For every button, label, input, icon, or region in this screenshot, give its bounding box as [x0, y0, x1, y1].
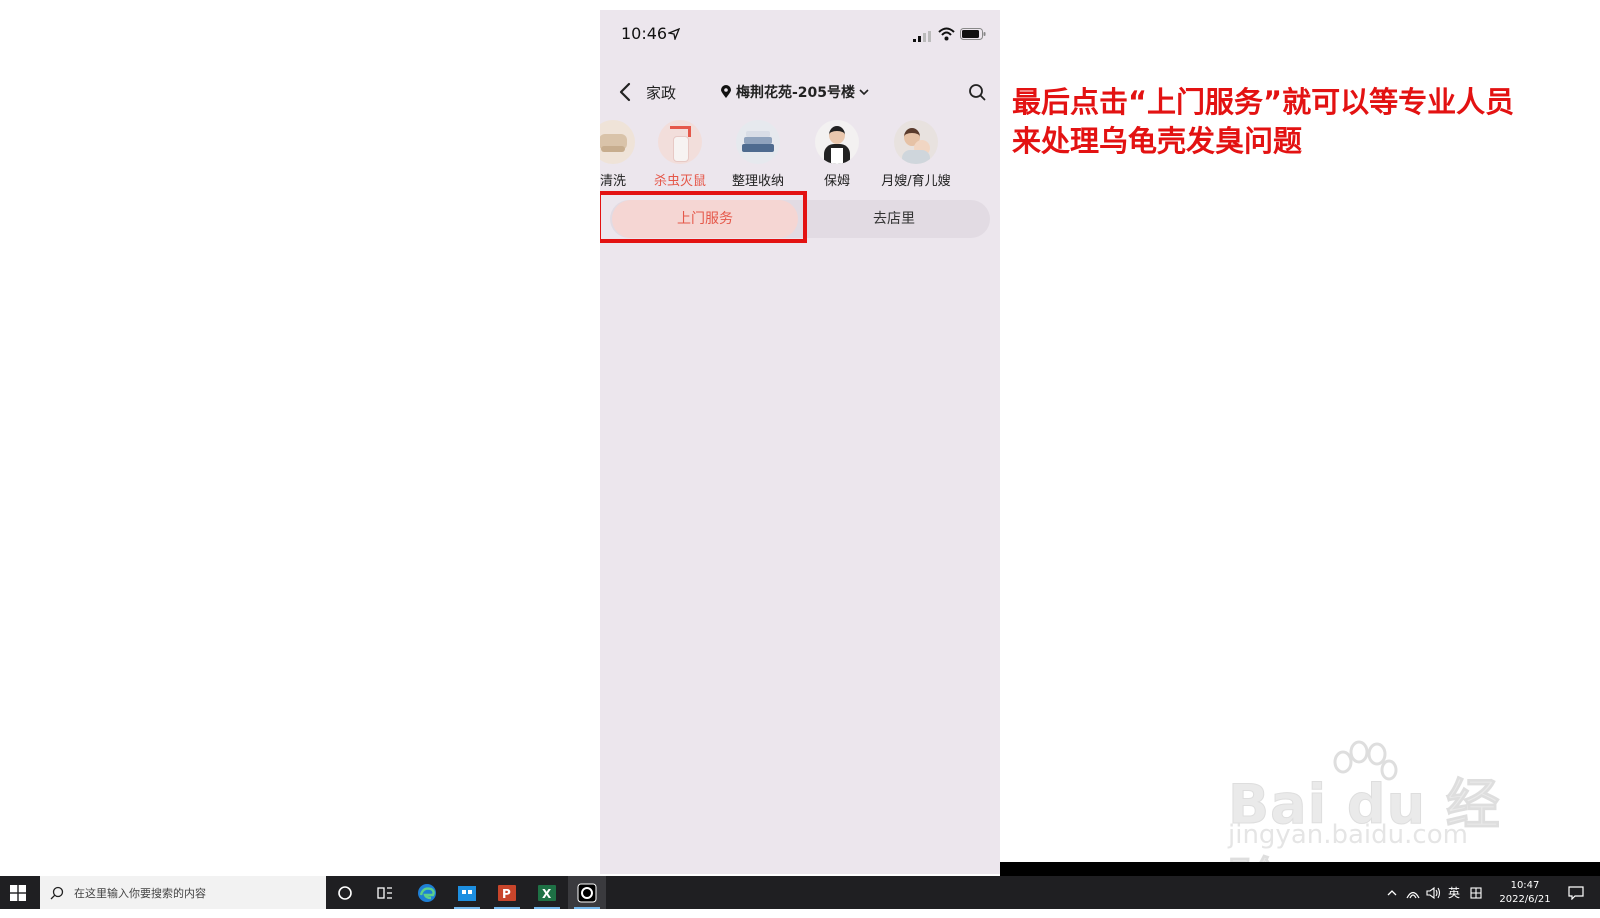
- taskbar-app-edge[interactable]: [408, 876, 446, 909]
- chevron-up-icon[interactable]: [1386, 887, 1398, 899]
- ime-indicator[interactable]: 英: [1448, 884, 1460, 901]
- sofa-icon: [600, 120, 635, 164]
- volume-icon[interactable]: [1426, 886, 1442, 899]
- taskbar-search-placeholder: 在这里输入你要搜索的内容: [74, 886, 206, 900]
- category-nanny[interactable]: 保姆: [797, 120, 877, 189]
- category-label: 保姆: [823, 174, 850, 189]
- battery-icon: [960, 28, 986, 40]
- phone-screen: 10:46 家政 梅荆花苑-205号楼 清洗 杀虫灭鼠 整理收纳 保姆 月嫂/育…: [600, 10, 1000, 874]
- folded-clothes-icon: [736, 120, 780, 164]
- clock-date: 2022/6/21: [1499, 894, 1551, 905]
- location-arrow-icon: [668, 28, 680, 40]
- clock-time: 10:47: [1510, 880, 1540, 891]
- taskbar-clock[interactable]: 10:47 2022/6/21: [1490, 879, 1560, 907]
- powerpoint-icon: P: [498, 884, 516, 901]
- status-time: 10:46: [621, 24, 668, 43]
- edge-browser-icon: [418, 883, 436, 902]
- back-icon[interactable]: [618, 82, 632, 102]
- task-view-button[interactable]: [366, 876, 404, 909]
- category-label: 整理收纳: [731, 174, 784, 189]
- notification-center-icon[interactable]: [1568, 886, 1584, 900]
- windows-taskbar: 在这里输入你要搜索的内容 P X 英 10:47 2022/6/21: [0, 876, 1600, 909]
- signal-icon: [913, 31, 931, 42]
- instruction-text: 最后点击“上门服务”就可以等专业人员 来处理乌龟壳发臭问题: [1012, 83, 1582, 161]
- network-icon[interactable]: [1406, 887, 1420, 899]
- search-icon[interactable]: [968, 83, 986, 101]
- wifi-icon: [938, 27, 955, 41]
- tab-go-to-store[interactable]: 去店里: [804, 200, 984, 238]
- taskbar-search-box[interactable]: 在这里输入你要搜索的内容: [40, 876, 326, 909]
- svg-text:P: P: [502, 887, 511, 901]
- taskbar-app-store[interactable]: [448, 876, 486, 909]
- instruction-line-2: 来处理乌龟壳发臭问题: [1012, 124, 1303, 158]
- chevron-down-icon: [859, 89, 869, 96]
- watermark-url: jingyan.baidu.com: [1228, 820, 1468, 850]
- service-mode-tabs: 上门服务 去店里: [610, 200, 990, 238]
- nanny-avatar-icon: [815, 120, 859, 164]
- cortana-circle-icon: [338, 885, 352, 900]
- system-tray: 英: [1386, 876, 1482, 909]
- page-title: 家政: [646, 84, 677, 102]
- category-maternity-nanny[interactable]: 月嫂/育儿嫂: [876, 120, 956, 189]
- task-view-icon: [377, 886, 392, 899]
- instruction-line-1: 最后点击“上门服务”就可以等专业人员: [1012, 85, 1515, 119]
- cortana-button[interactable]: [326, 876, 364, 909]
- recorder-icon: [577, 883, 597, 902]
- category-label: 杀虫灭鼠: [653, 174, 706, 189]
- status-bar: 10:46: [600, 10, 1000, 58]
- search-icon: [50, 886, 64, 899]
- map-pin-icon: [721, 85, 731, 98]
- location-label: 梅荆花苑-205号楼: [736, 85, 856, 101]
- video-letterbox-strip: [1000, 862, 1600, 876]
- taskbar-app-excel[interactable]: X: [528, 876, 566, 909]
- baidu-jingyan-watermark: Bai du 经验 jingyan.baidu.com: [1228, 740, 1528, 916]
- app-store-icon: [458, 885, 476, 901]
- category-label: 月嫂/育儿嫂: [881, 174, 951, 189]
- excel-icon: X: [538, 884, 556, 901]
- taskbar-app-powerpoint[interactable]: P: [488, 876, 526, 909]
- spray-bottle-icon: [658, 120, 702, 164]
- windows-start-icon[interactable]: [10, 885, 26, 901]
- nav-bar: 家政 梅荆花苑-205号楼: [600, 70, 1000, 114]
- location-selector[interactable]: 梅荆花苑-205号楼: [720, 82, 869, 102]
- category-organizing[interactable]: 整理收纳: [718, 120, 798, 189]
- taskbar-app-recorder[interactable]: [568, 876, 606, 909]
- tab-home-service[interactable]: 上门服务: [612, 200, 798, 238]
- svg-text:X: X: [542, 887, 552, 901]
- category-scroller[interactable]: 清洗 杀虫灭鼠 整理收纳 保姆 月嫂/育儿嫂: [600, 120, 1000, 200]
- nanny-with-baby-icon: [894, 120, 938, 164]
- ime-mode-icon[interactable]: [1470, 886, 1482, 899]
- category-pest-control[interactable]: 杀虫灭鼠: [640, 120, 720, 189]
